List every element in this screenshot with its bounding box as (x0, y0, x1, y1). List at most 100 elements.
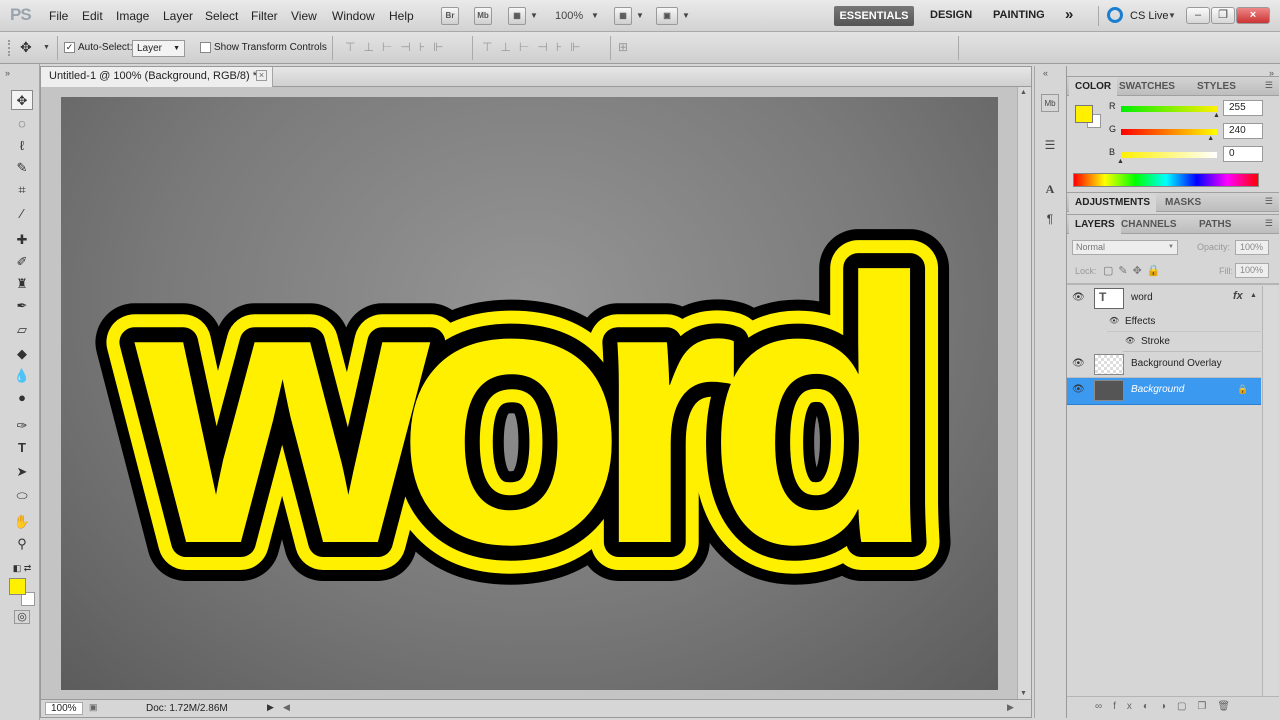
quick-mask-icon[interactable]: ◎ (14, 610, 30, 624)
tab-color[interactable]: COLOR (1069, 77, 1118, 96)
brush-tool-icon[interactable]: ✐ (11, 252, 33, 272)
chevron-down-icon[interactable]: ▼ (43, 44, 50, 51)
stroke-effect-row[interactable]: 👁 Stroke (1123, 332, 1261, 352)
menu-file[interactable]: File (49, 9, 68, 23)
eyedropper-tool-icon[interactable]: ⁄ (11, 204, 33, 224)
arrange-documents-icon[interactable]: ▦ (614, 7, 632, 25)
green-value[interactable]: 240 (1223, 123, 1263, 139)
collapse-icon[interactable]: « (1043, 68, 1048, 78)
paint-bucket-tool-icon[interactable]: ◆ (11, 344, 33, 364)
blue-slider-track[interactable] (1121, 152, 1217, 158)
auto-select-dropdown[interactable]: Layer ▼ (132, 40, 185, 57)
dodge-tool-icon[interactable]: ● (11, 388, 33, 408)
paragraph-panel-icon[interactable]: ¶ (1041, 210, 1059, 228)
tab-masks[interactable]: MASKS (1159, 193, 1207, 212)
cs-live-button[interactable]: CS Live (1130, 10, 1169, 22)
collapse-effects-icon[interactable]: ▲ (1250, 292, 1257, 299)
scroll-up-icon[interactable]: ▲ (1020, 89, 1027, 96)
opacity-field[interactable]: 100% (1235, 240, 1269, 255)
chevron-down-icon[interactable]: ▼ (530, 11, 538, 20)
status-info-icon[interactable]: ▣ (89, 702, 98, 713)
close-window-button[interactable]: × (1236, 7, 1270, 24)
show-transform-controls-checkbox[interactable] (200, 42, 211, 53)
foreground-color-swatch[interactable] (9, 578, 26, 595)
fill-field[interactable]: 100% (1235, 263, 1269, 278)
close-document-icon[interactable]: × (256, 70, 267, 81)
clone-stamp-tool-icon[interactable]: ♜ (11, 274, 33, 294)
restore-button[interactable]: ❐ (1211, 7, 1235, 24)
move-tool-icon[interactable]: ✥ (11, 90, 33, 110)
layer-row-background[interactable]: 👁 Background 🔒 (1067, 378, 1261, 405)
foreground-color-chip[interactable] (1075, 105, 1093, 123)
layers-scrollbar[interactable] (1262, 286, 1278, 706)
align-buttons[interactable]: ⊤⊥⊢⊣⊦⊩ (345, 40, 452, 54)
visibility-eye-icon[interactable]: 👁 (1072, 292, 1085, 303)
menu-layer[interactable]: Layer (163, 9, 193, 23)
quick-selection-tool-icon[interactable]: ✎ (11, 158, 33, 178)
history-brush-tool-icon[interactable]: ✒ (11, 296, 33, 316)
menu-edit[interactable]: Edit (82, 9, 103, 23)
lasso-tool-icon[interactable]: ℓ (11, 136, 33, 156)
scroll-down-icon[interactable]: ▼ (1020, 690, 1027, 697)
stroke-visibility-eye-icon[interactable]: 👁 (1125, 336, 1135, 345)
menu-view[interactable]: View (291, 9, 317, 23)
menu-image[interactable]: Image (116, 9, 149, 23)
tab-swatches[interactable]: SWATCHES (1113, 77, 1181, 96)
panel-menu-icon[interactable]: ☰ (1265, 196, 1273, 207)
chevron-down-icon[interactable]: ▼ (591, 11, 599, 20)
history-panel-icon[interactable]: ☰ (1041, 136, 1059, 154)
workspace-essentials[interactable]: ESSENTIALS (834, 6, 914, 26)
panel-menu-icon[interactable]: ☰ (1265, 218, 1273, 229)
type-tool-icon[interactable]: T (11, 438, 33, 458)
expand-icon[interactable]: » (5, 68, 10, 78)
scroll-right-icon[interactable]: ▶ (1007, 702, 1014, 713)
hand-tool-icon[interactable]: ✋ (11, 512, 33, 532)
auto-align-icon[interactable]: ⊞ (618, 40, 628, 54)
effect-visibility-eye-icon[interactable]: 👁 (1109, 316, 1119, 325)
effects-row[interactable]: 👁 Effects (1107, 312, 1261, 332)
layer-action-icons[interactable]: ∞fx◐◑▢❐🗑 (1095, 701, 1241, 712)
workspace-design[interactable]: DESIGN (930, 9, 972, 21)
screen-mode-icon[interactable]: ▣ (656, 7, 678, 25)
visibility-eye-icon[interactable]: 👁 (1072, 358, 1085, 369)
blue-slider-handle[interactable]: ▲ (1117, 158, 1124, 165)
move-tool-icon[interactable]: ✥ (20, 39, 32, 56)
green-slider-track[interactable] (1121, 129, 1217, 135)
cs-live-icon[interactable] (1107, 7, 1123, 23)
distribute-buttons[interactable]: ⊤⊥⊢⊣⊦⊩ (482, 40, 589, 54)
scroll-left-icon[interactable]: ◀ (283, 702, 290, 713)
lock-icons[interactable]: ▢✎✥🔒 (1103, 264, 1166, 277)
blur-tool-icon[interactable]: 💧 (11, 366, 33, 386)
status-zoom[interactable]: 100% (45, 702, 83, 715)
layer-effects-icon[interactable]: fx (1233, 290, 1243, 302)
chevron-down-icon[interactable]: ▼ (1168, 11, 1176, 20)
marquee-tool-icon[interactable]: ◌ (11, 114, 33, 134)
red-value[interactable]: 255 (1223, 100, 1263, 116)
red-slider-track[interactable] (1121, 106, 1217, 112)
character-panel-icon[interactable]: A (1041, 180, 1059, 198)
minibridge-button[interactable]: Mb (474, 7, 492, 25)
blend-mode-dropdown[interactable]: Normal ▼ (1072, 240, 1178, 255)
color-ramp[interactable] (1073, 173, 1259, 187)
healing-brush-tool-icon[interactable]: ✚ (11, 230, 33, 250)
shape-tool-icon[interactable]: ⬭ (11, 486, 33, 506)
chevron-down-icon[interactable]: ▼ (636, 11, 644, 20)
minimize-button[interactable]: – (1186, 7, 1210, 24)
panel-menu-icon[interactable]: ☰ (1265, 80, 1273, 91)
tab-paths[interactable]: PATHS (1193, 215, 1237, 234)
zoom-tool-icon[interactable]: ⚲ (11, 534, 33, 554)
chevron-down-icon[interactable]: ▼ (682, 11, 690, 20)
layer-row-word[interactable]: 👁 T word fx ▲ (1067, 286, 1261, 312)
menu-select[interactable]: Select (205, 9, 238, 23)
visibility-eye-icon[interactable]: 👁 (1072, 384, 1085, 395)
auto-select-checkbox[interactable]: ✓ (64, 42, 75, 53)
blue-value[interactable]: 0 (1223, 146, 1263, 162)
pen-tool-icon[interactable]: ✑ (11, 416, 33, 436)
canvas[interactable]: word word word word (61, 97, 998, 690)
tab-layers[interactable]: LAYERS (1069, 215, 1121, 234)
eraser-tool-icon[interactable]: ▱ (11, 320, 33, 340)
menu-help[interactable]: Help (389, 9, 414, 23)
tab-channels[interactable]: CHANNELS (1115, 215, 1183, 234)
path-selection-tool-icon[interactable]: ➤ (11, 462, 33, 482)
status-menu-arrow-icon[interactable]: ▶ (267, 702, 274, 713)
